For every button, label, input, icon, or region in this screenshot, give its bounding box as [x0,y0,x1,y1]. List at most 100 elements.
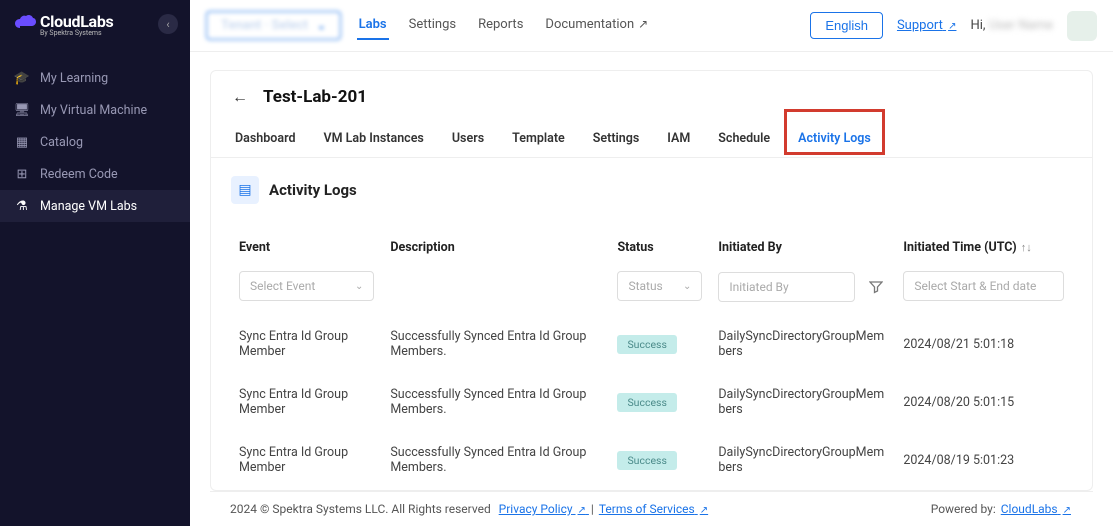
greeting: Hi, User Name [970,18,1053,33]
cell-event: Sync Entra Id Group Member [231,373,382,431]
sidebar-item-label: Catalog [40,135,83,150]
date-filter-input[interactable]: Select Start & End date [903,271,1064,301]
cell-description: Successfully Synced Entra Id Group Membe… [382,431,609,489]
status-filter-select[interactable]: Status ⌄ [617,271,702,301]
sidebar: CloudLabs By Spektra Systems ‹ 🎓 My Learn… [0,0,190,526]
cap-icon: 🎓 [14,70,30,86]
cell-time: 2024/08/21 5:01:18 [895,315,1072,373]
subtab-dashboard[interactable]: Dashboard [231,123,300,157]
privacy-policy-link[interactable]: Privacy Policy ↗ [499,502,589,516]
footer-left: 2024 © Spektra Systems LLC. All Rights r… [230,502,710,516]
back-button[interactable]: ← [231,88,249,106]
powered-by-label: Powered by: [931,502,996,516]
subtab-settings[interactable]: Settings [589,123,644,157]
cell-initiated-by: DailySyncDirectoryGroupMembers [710,315,895,373]
sidebar-item-label: Manage VM Labs [40,199,137,214]
sidebar-item-manage-vm-labs[interactable]: ⚗ Manage VM Labs [0,190,190,222]
grid-icon: ▦ [14,134,30,150]
section-header: ▤ Activity Logs [211,158,1092,214]
column-header-initiated-time-utc-[interactable]: Initiated Time (UTC) ↑↓ [895,224,1072,267]
sidebar-collapse-button[interactable]: ‹ [158,14,178,34]
top-nav: Labs Settings Reports Documentation↗ [357,11,795,40]
brand-name: CloudLabs [40,12,113,31]
sidebar-item-my-learning[interactable]: 🎓 My Learning [0,62,190,94]
terms-link[interactable]: Terms of Services ↗ [599,502,708,516]
activity-logs-table: Event Description Status Initiated By Initia… [231,224,1072,489]
cell-event: Sync Entra Id Group Member [231,315,382,373]
column-header-event[interactable]: Event [231,224,382,267]
event-filter-placeholder: Select Event [250,279,315,293]
filter-button[interactable] [865,271,887,303]
main-card: ← Test-Lab-201 Dashboard VM Lab Instances… [210,70,1093,491]
monitor-icon: 🖥 [14,102,30,118]
topnav-label: Settings [409,17,456,32]
cell-status: Success [609,431,710,489]
table-body: Sync Entra Id Group MemberSuccessfully S… [231,315,1072,489]
tenant-selector[interactable]: Tenant · Select ⌄ [206,11,341,40]
breadcrumb: ← Test-Lab-201 [211,71,1092,115]
table-row: Sync Entra Id Group MemberSuccessfully S… [231,315,1072,373]
subtab-iam[interactable]: IAM [663,123,694,157]
cell-description: Successfully Synced Entra Id Group Membe… [382,315,609,373]
copyright-text: 2024 © Spektra Systems LLC. All Rights r… [230,502,491,516]
sidebar-item-redeem-code[interactable]: ⊞ Redeem Code [0,158,190,190]
support-link[interactable]: Support ↗ [897,18,957,33]
topnav-item-labs[interactable]: Labs [357,11,389,40]
tenant-label: Tenant · Select [221,18,308,33]
topnav-item-documentation[interactable]: Documentation↗ [543,11,650,40]
subtabs: Dashboard VM Lab Instances Users Template Se… [211,115,1092,158]
cell-time: 2024/08/19 5:01:23 [895,431,1072,489]
subtab-vm-lab-instances[interactable]: VM Lab Instances [320,123,428,157]
sidebar-item-label: Redeem Code [40,167,118,182]
subtab-users[interactable]: Users [448,123,488,157]
column-label: Description [390,240,454,255]
sidebar-item-catalog[interactable]: ▦ Catalog [0,126,190,158]
flask-icon: ⚗ [14,198,30,214]
brand-logo[interactable]: CloudLabs By Spektra Systems [14,12,154,37]
topnav-label: Documentation [545,17,634,32]
sort-icon: ↑↓ [1021,241,1032,254]
column-label: Event [239,240,270,255]
column-label: Status [617,240,653,255]
status-badge: Success [617,335,676,354]
section-title: Activity Logs [269,181,357,199]
date-filter-placeholder: Select Start & End date [914,279,1036,293]
event-filter-select[interactable]: Select Event ⌄ [239,271,374,301]
caret-down-icon: ⌄ [317,21,325,32]
topnav-item-settings[interactable]: Settings [407,11,458,40]
initiated-by-placeholder: Initiated By [729,280,788,294]
support-label: Support [897,18,943,33]
column-label: Initiated By [718,240,782,255]
subtab-activity-logs[interactable]: Activity Logs [794,123,875,157]
cell-status: Success [609,373,710,431]
subtab-template[interactable]: Template [508,123,569,157]
avatar[interactable] [1067,11,1097,41]
chevron-down-icon: ⌄ [355,281,363,292]
book-icon: ▤ [231,176,259,204]
table-row: Sync Entra Id Group MemberSuccessfully S… [231,373,1072,431]
filter-icon [869,280,883,294]
sidebar-item-my-virtual-machine[interactable]: 🖥 My Virtual Machine [0,94,190,126]
topbar: Tenant · Select ⌄ Labs Settings Reports Doc… [190,0,1113,52]
chevron-down-icon: ⌄ [683,281,691,292]
external-link-icon: ↗ [578,505,586,516]
topnav-item-reports[interactable]: Reports [476,11,525,40]
sidebar-item-label: My Learning [40,71,108,86]
column-header-status[interactable]: Status [609,224,710,267]
language-button[interactable]: English [810,12,883,39]
initiated-by-filter-input[interactable]: Initiated By [718,272,855,302]
page-title: Test-Lab-201 [263,87,367,107]
footer: 2024 © Spektra Systems LLC. All Rights r… [210,491,1093,526]
powered-by-link[interactable]: CloudLabs ↗ [1001,502,1071,516]
arrow-left-icon: ← [232,87,248,107]
ticket-icon: ⊞ [14,166,30,182]
sidebar-item-label: My Virtual Machine [40,103,147,118]
subtab-schedule[interactable]: Schedule [714,123,774,157]
column-header-initiated-by[interactable]: Initiated By [710,224,895,267]
status-filter-placeholder: Status [628,279,662,293]
column-label: Initiated Time (UTC) [903,240,1016,255]
cell-time: 2024/08/20 5:01:15 [895,373,1072,431]
column-header-description[interactable]: Description [382,224,609,267]
cell-initiated-by: DailySyncDirectoryGroupMembers [710,431,895,489]
external-link-icon: ↗ [948,21,956,32]
